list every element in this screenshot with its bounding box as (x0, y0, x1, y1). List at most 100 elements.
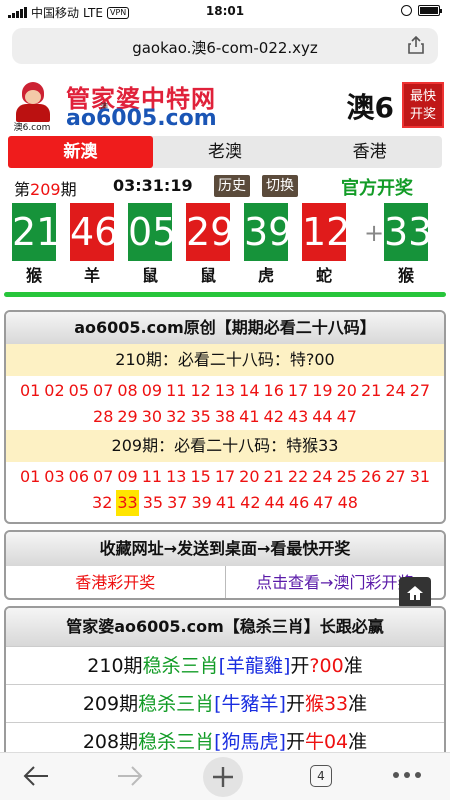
draw-ball: 05 (128, 203, 176, 261)
period-210-title: 210期：必看二十八码：特?00 (6, 344, 444, 376)
number-chip: 32 (166, 407, 187, 426)
official-draw-label: 官方开奖 (341, 178, 413, 199)
draw-ball: 21 (12, 203, 60, 261)
row-label: 稳杀三肖 (138, 731, 215, 753)
number-chip: 26 (360, 467, 382, 486)
special-zodiac-label: 猴 (397, 266, 414, 285)
share-icon[interactable] (408, 36, 424, 54)
number-chip: 25 (336, 467, 357, 486)
row-tail: 准 (348, 731, 368, 753)
number-chip: 12 (190, 381, 211, 400)
back-icon[interactable] (22, 763, 50, 789)
period-209-numbers: 01 03 06 07 09 11 13 15 17 20 21 22 24 25 26 27 31 32 33 35… (6, 462, 444, 516)
prediction-row: 210期稳杀三肖[羊龍雞]开?00准 (6, 646, 444, 684)
number-chip: 44 (312, 407, 333, 426)
divider (4, 292, 446, 297)
number-chip: 41 (239, 407, 260, 426)
number-chip: 22 (287, 467, 309, 486)
banner-domain: ao6005.com (66, 106, 217, 131)
lottery-links: 香港彩开奖 点击查看→澳门彩开奖 (6, 566, 444, 598)
number-chip: 08 (117, 381, 138, 400)
number-chip: 47 (313, 493, 334, 512)
number-chip: 27 (409, 381, 431, 400)
row-tail: 准 (348, 693, 368, 715)
number-chip: 47 (336, 407, 357, 426)
row-label: 稳杀三肖 (142, 655, 219, 677)
number-chip: 37 (167, 493, 188, 512)
switch-button[interactable]: 切换 (262, 175, 298, 197)
banner-right-text: 澳6 (346, 91, 394, 124)
number-chip: 15 (190, 467, 211, 486)
new-tab-button[interactable] (203, 757, 243, 797)
number-chip: 21 (360, 381, 382, 400)
status-time: 18:01 (205, 4, 245, 18)
draw-results: 21 46 05 29 39 12 + 33 (12, 203, 440, 265)
mascot-site-label: 澳6.com (13, 123, 51, 133)
number-chip: 19 (312, 381, 333, 400)
row-open: 开 (285, 731, 305, 753)
number-chip: 29 (117, 407, 138, 426)
number-chip: 16 (263, 381, 284, 400)
panel-title: 管家婆ao6005.com【稳杀三肖】长跟必赢 (6, 608, 444, 646)
zodiac-label: 鼠 (141, 266, 158, 285)
tab-hongkong[interactable]: 香港 (297, 136, 442, 168)
number-chip: 24 (312, 467, 333, 486)
number-chip: 07 (93, 467, 114, 486)
fastest-draw-stamp: 最快 开奖 (402, 82, 444, 128)
countdown-timer: 03:31:19 (113, 176, 193, 195)
zodiac-row: 猴 羊 鼠 鼠 虎 蛇 猴 (12, 262, 440, 285)
number-chip: 01 (19, 381, 41, 400)
row-animals: [狗馬虎] (214, 731, 286, 753)
kill-three-zodiacs-panel: 管家婆ao6005.com【稳杀三肖】长跟必赢 210期稳杀三肖[羊龍雞]开?0… (4, 606, 446, 766)
number-chip: 01 (19, 467, 41, 486)
period-suffix: 期 (60, 180, 77, 199)
number-chip: 09 (117, 467, 138, 486)
number-chip: 17 (287, 381, 309, 400)
mascot-image: 澳6.com (4, 78, 60, 133)
number-chip: 27 (385, 467, 406, 486)
rotation-lock-icon (401, 5, 412, 16)
number-chip: 14 (239, 381, 260, 400)
number-chip: 44 (264, 493, 285, 512)
stamp-line-2: 开奖 (409, 107, 436, 122)
number-chip: 07 (93, 381, 114, 400)
period-209-title: 209期：必看二十八码：特猴33 (6, 430, 444, 462)
number-chip: 31 (409, 467, 431, 486)
browser-toolbar: 4 (0, 752, 450, 800)
status-right (401, 5, 442, 16)
prediction-row: 209期稳杀三肖[牛豬羊]开猴33准 (6, 684, 444, 722)
plus-sign: + (364, 219, 385, 247)
number-chip: 41 (215, 493, 237, 512)
number-chip: 30 (141, 407, 163, 426)
region-tabs: 新澳 老澳 香港 (8, 136, 442, 168)
draw-ball: 46 (70, 203, 118, 261)
tab-laoao[interactable]: 老澳 (153, 136, 298, 168)
forward-icon[interactable] (116, 763, 144, 789)
number-chip: 05 (68, 381, 90, 400)
row-period: 209期 (82, 693, 139, 715)
url-text[interactable]: gaokao.澳6-com-022.xyz (12, 37, 438, 58)
plus-icon (213, 767, 233, 787)
more-icon[interactable] (392, 771, 422, 779)
number-chip: 11 (141, 467, 163, 486)
row-period: 210期 (87, 655, 143, 677)
draw-ball: 29 (186, 203, 234, 261)
number-chip: 13 (166, 467, 187, 486)
history-button[interactable]: 历史 (214, 175, 250, 197)
number-chip: 39 (191, 493, 212, 512)
bookmark-hint: 收藏网址→发送到桌面→看最快开奖 (6, 532, 444, 566)
number-chip: 28 (93, 407, 114, 426)
tabs-count-button[interactable]: 4 (310, 765, 332, 787)
number-chip: 11 (166, 381, 187, 400)
home-button[interactable] (399, 577, 431, 609)
hongkong-lottery-link[interactable]: 香港彩开奖 (6, 566, 226, 598)
number-chip: 13 (214, 381, 236, 400)
number-chip: 02 (44, 381, 65, 400)
number-chip: 21 (263, 467, 284, 486)
special-ball: 33 (384, 203, 432, 261)
tab-xinao[interactable]: 新澳 (8, 136, 153, 168)
site-banner[interactable]: 澳6.com 管家婆中特网 澳 ao6005.com 澳6 最快 开奖 (0, 76, 450, 134)
row-result: 猴33 (304, 693, 349, 715)
number-chip: 09 (141, 381, 163, 400)
address-bar[interactable]: gaokao.澳6-com-022.xyz (12, 28, 438, 64)
